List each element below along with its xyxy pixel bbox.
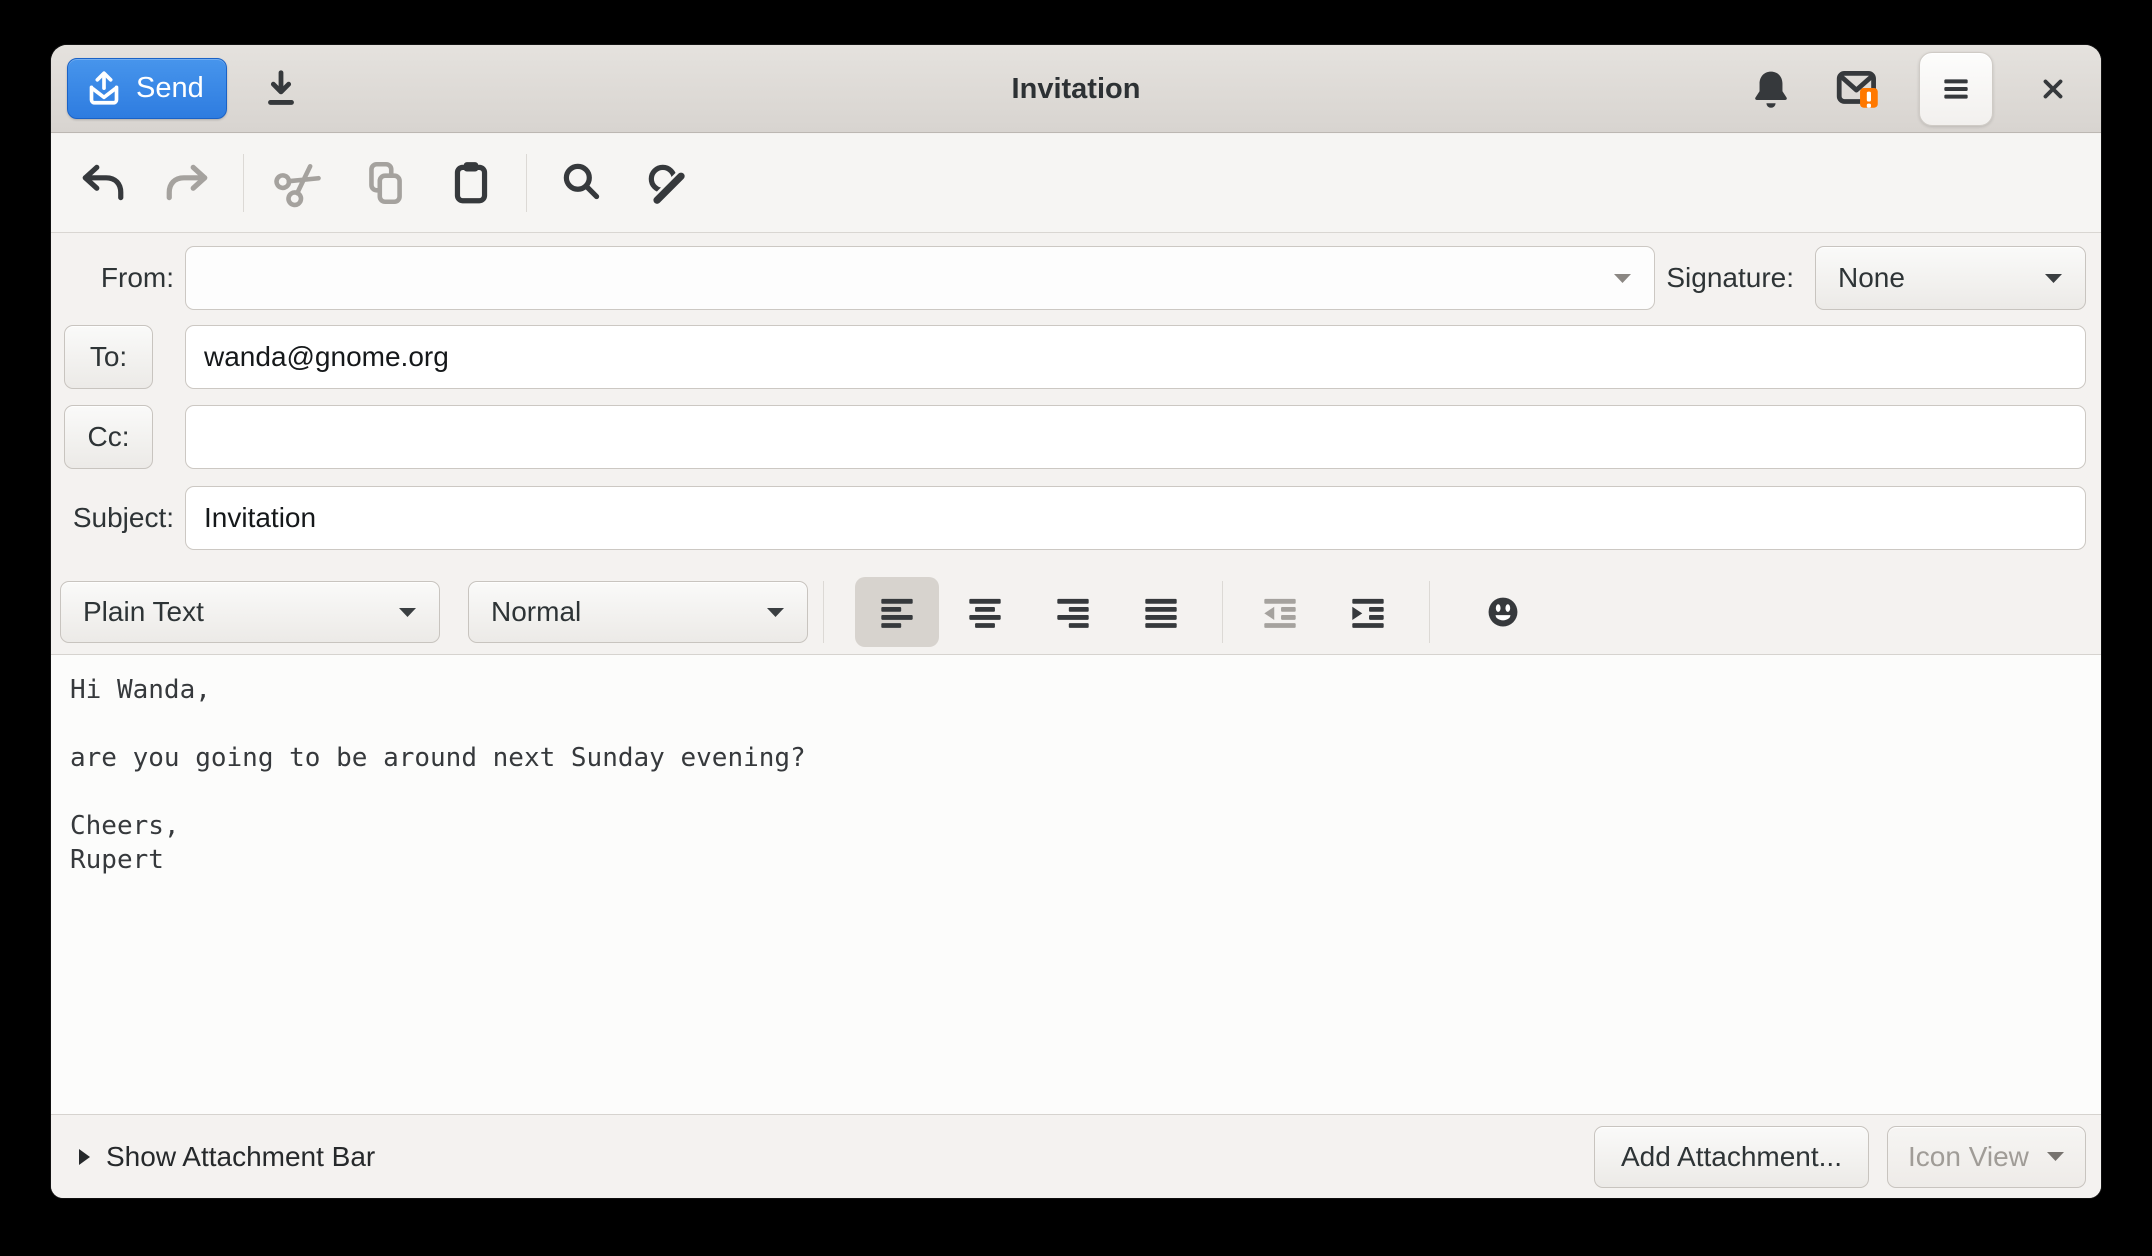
- align-right-icon: [1050, 589, 1096, 635]
- align-left-button[interactable]: [855, 577, 939, 647]
- show-attachment-bar-label: Show Attachment Bar: [106, 1141, 375, 1173]
- chevron-down-icon: [2044, 273, 2063, 284]
- edit-toolbar: [51, 134, 2101, 233]
- attachment-footer: Show Attachment Bar Add Attachment... Ic…: [51, 1114, 2101, 1198]
- chevron-down-icon: [398, 607, 417, 618]
- indent-button[interactable]: [1326, 577, 1410, 647]
- expander-arrow-icon: [78, 1148, 91, 1166]
- cut-button[interactable]: [268, 152, 330, 214]
- toolbar-separator: [1222, 581, 1223, 643]
- search-icon: [557, 158, 607, 208]
- notifications-button[interactable]: [1743, 61, 1799, 117]
- to-button[interactable]: To:: [64, 325, 153, 389]
- toolbar-separator: [823, 581, 824, 643]
- bell-icon: [1749, 67, 1793, 111]
- save-draft-button[interactable]: [253, 61, 309, 117]
- mail-composer-window: Send Invitation: [51, 45, 2101, 1198]
- undo-icon: [77, 158, 127, 208]
- unindent-button[interactable]: [1238, 577, 1322, 647]
- mail-unread-warning-icon: [1834, 64, 1884, 114]
- to-input[interactable]: [185, 325, 2086, 389]
- format-mode-value: Plain Text: [83, 596, 398, 628]
- copy-icon: [360, 158, 410, 208]
- window-title: Invitation: [1012, 45, 1141, 133]
- paragraph-style-value: Normal: [491, 596, 766, 628]
- toolbar-separator: [1429, 581, 1430, 643]
- alignment-group: [855, 577, 1203, 647]
- undo-button[interactable]: [71, 152, 133, 214]
- close-button[interactable]: [2025, 61, 2081, 117]
- align-left-icon: [874, 589, 920, 635]
- toolbar-separator: [243, 154, 244, 212]
- add-attachment-button[interactable]: Add Attachment...: [1594, 1126, 1869, 1188]
- send-button-label: Send: [136, 72, 204, 105]
- mail-status-button[interactable]: [1831, 61, 1887, 117]
- cut-icon: [274, 158, 324, 208]
- send-button[interactable]: Send: [67, 58, 227, 119]
- from-input[interactable]: [186, 247, 1613, 309]
- copy-button[interactable]: [354, 152, 416, 214]
- format-toolbar: Plain Text Normal: [51, 575, 2101, 649]
- close-icon: [2033, 69, 2073, 109]
- signature-label: Signature:: [1666, 246, 1794, 310]
- emoticon-icon: [1482, 591, 1524, 633]
- chevron-down-icon: [1613, 273, 1632, 284]
- chevron-down-icon: [766, 607, 785, 618]
- from-row: From: Signature: None: [51, 246, 2101, 310]
- align-right-button[interactable]: [1031, 577, 1115, 647]
- message-body-editor[interactable]: Hi Wanda, are you going to be around nex…: [51, 654, 2101, 1114]
- hamburger-menu-icon: [1936, 69, 1976, 109]
- subject-label: Subject:: [51, 486, 174, 550]
- indent-icon: [1345, 589, 1391, 635]
- menu-button[interactable]: [1919, 52, 1993, 126]
- from-combobox[interactable]: [185, 246, 1655, 310]
- message-body-text: Hi Wanda, are you going to be around nex…: [51, 655, 2101, 877]
- mail-send-icon: [84, 69, 124, 109]
- to-row: To:: [51, 325, 2101, 389]
- align-center-button[interactable]: [943, 577, 1027, 647]
- cc-row: Cc:: [51, 405, 2101, 469]
- cc-button[interactable]: Cc:: [64, 405, 153, 469]
- from-label: From:: [51, 246, 174, 310]
- find-replace-button[interactable]: [637, 152, 699, 214]
- align-justify-icon: [1138, 589, 1184, 635]
- paste-icon: [446, 158, 496, 208]
- redo-button[interactable]: [157, 152, 219, 214]
- find-and-replace-icon: [643, 158, 693, 208]
- paste-button[interactable]: [440, 152, 502, 214]
- paragraph-style-dropdown[interactable]: Normal: [468, 581, 808, 643]
- align-justify-button[interactable]: [1119, 577, 1203, 647]
- footer-buttons: Add Attachment... Icon View: [1594, 1126, 2086, 1188]
- subject-input[interactable]: [185, 486, 2086, 550]
- titlebar[interactable]: Send Invitation: [51, 45, 2101, 133]
- toolbar-separator: [526, 154, 527, 212]
- signature-value: None: [1838, 262, 2044, 294]
- subject-row: Subject:: [51, 486, 2101, 550]
- signature-dropdown[interactable]: None: [1815, 246, 2086, 310]
- add-attachment-label: Add Attachment...: [1621, 1141, 1842, 1173]
- redo-icon: [163, 158, 213, 208]
- cc-input[interactable]: [185, 405, 2086, 469]
- unindent-icon: [1257, 589, 1303, 635]
- align-center-icon: [962, 589, 1008, 635]
- titlebar-right-controls: [1743, 52, 2081, 126]
- chevron-down-icon: [2046, 1151, 2065, 1162]
- insert-emoticon-button[interactable]: [1461, 577, 1545, 647]
- show-attachment-bar-expander[interactable]: Show Attachment Bar: [78, 1141, 375, 1173]
- save-draft-icon: [258, 66, 304, 112]
- icon-view-dropdown[interactable]: Icon View: [1887, 1126, 2086, 1188]
- search-button[interactable]: [551, 152, 613, 214]
- icon-view-label: Icon View: [1908, 1141, 2046, 1173]
- format-mode-dropdown[interactable]: Plain Text: [60, 581, 440, 643]
